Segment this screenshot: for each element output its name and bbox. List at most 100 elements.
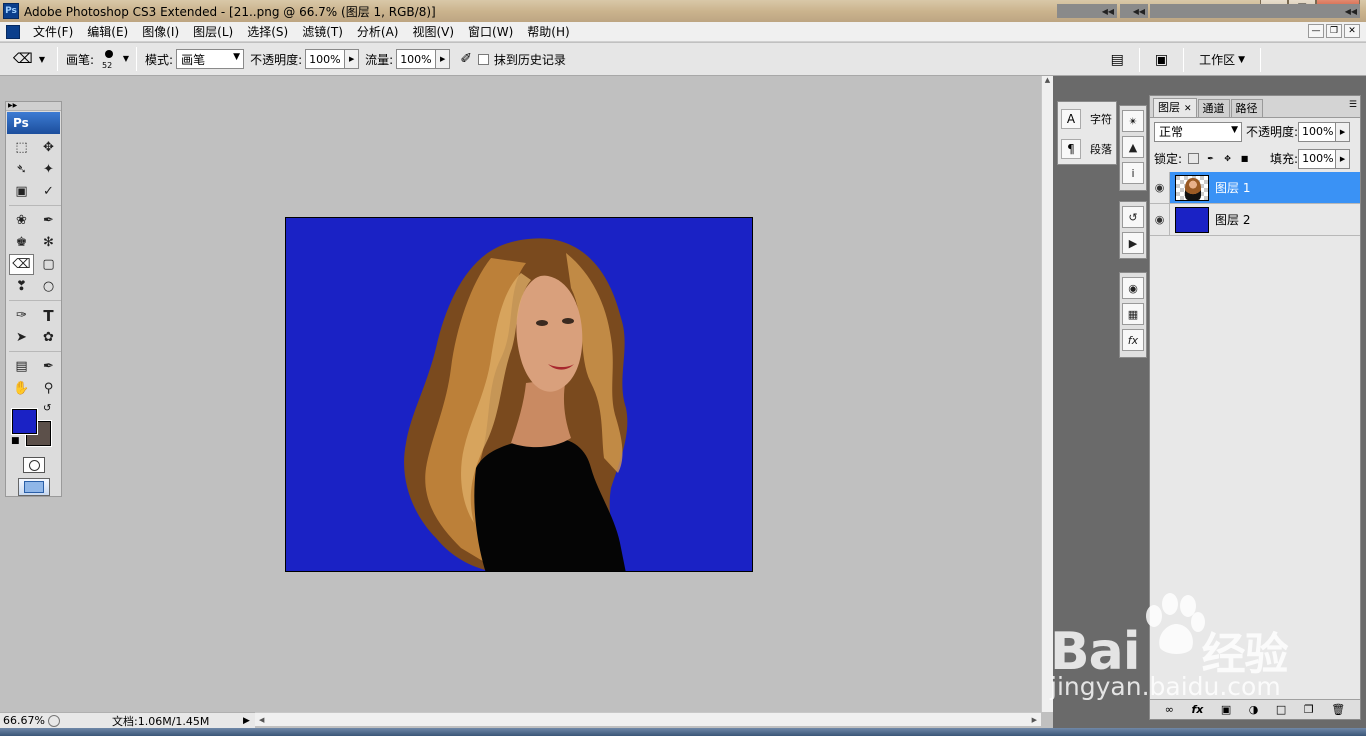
screen-mode-button[interactable]: [18, 478, 50, 496]
eraser-tool-icon[interactable]: ⌫: [9, 254, 34, 275]
new-layer-icon[interactable]: ❐: [1304, 703, 1314, 716]
flow-slider-button[interactable]: ▶: [436, 49, 451, 69]
opacity-input[interactable]: 100%: [305, 49, 346, 69]
toolbox-grip[interactable]: ▶▶: [6, 102, 61, 111]
dock-collapse-strip[interactable]: ◀◀: [1057, 4, 1117, 18]
swap-colors-icon[interactable]: ↺: [43, 403, 51, 414]
toolbox-header[interactable]: Ps: [7, 112, 60, 134]
hand-tool-icon[interactable]: ✋: [9, 378, 34, 399]
styles-icon[interactable]: fx: [1122, 329, 1144, 351]
layer-name[interactable]: 图层 2: [1215, 211, 1250, 228]
adjustment-layer-icon[interactable]: ◑: [1249, 703, 1259, 716]
brush-picker[interactable]: 52 ▼: [97, 46, 131, 72]
type-tool-icon[interactable]: T: [36, 305, 61, 326]
doc-restore-button[interactable]: ❐: [1326, 24, 1342, 38]
quick-mask-button[interactable]: [23, 457, 45, 473]
new-group-icon[interactable]: □: [1276, 703, 1286, 716]
path-selection-tool-icon[interactable]: ➤: [9, 327, 34, 348]
foreground-color-swatch[interactable]: [11, 408, 38, 435]
histogram-icon[interactable]: ▲: [1122, 136, 1144, 158]
scroll-right-icon[interactable]: ▶: [1032, 716, 1037, 724]
dodge-tool-icon[interactable]: ○: [36, 276, 61, 297]
doc-minimize-button[interactable]: —: [1308, 24, 1324, 38]
layer-row[interactable]: ◉ 图层 1: [1150, 172, 1360, 204]
vertical-scrollbar[interactable]: ▲: [1041, 76, 1053, 712]
history-icon[interactable]: ↺: [1122, 206, 1144, 228]
move-tool-icon[interactable]: ✥: [36, 137, 61, 158]
menu-view[interactable]: 视图(V): [405, 22, 461, 42]
tool-preset-picker[interactable]: ⌫ ▼: [6, 47, 52, 71]
lock-image-icon[interactable]: ✒: [1205, 153, 1216, 164]
document-canvas[interactable]: [285, 217, 753, 572]
slice-tool-icon[interactable]: ✓: [36, 181, 61, 202]
color-icon[interactable]: ◉: [1122, 277, 1144, 299]
doc-close-button[interactable]: ✕: [1344, 24, 1360, 38]
actions-icon[interactable]: ▶: [1122, 232, 1144, 254]
history-brush-tool-icon[interactable]: ✻: [36, 232, 61, 253]
flow-input[interactable]: 100%: [396, 49, 437, 69]
dock-collapse-strip[interactable]: ◀◀: [1120, 4, 1148, 18]
blur-tool-icon[interactable]: ❣: [9, 276, 34, 297]
zoom-tool-icon[interactable]: ⚲: [36, 378, 61, 399]
status-menu-arrow-icon[interactable]: ▶: [243, 716, 255, 726]
tab-paths[interactable]: 路径: [1230, 99, 1263, 117]
info-icon[interactable]: i: [1122, 162, 1144, 184]
lock-position-icon[interactable]: ✥: [1222, 153, 1233, 164]
menu-analysis[interactable]: 分析(A): [350, 22, 406, 42]
menu-file[interactable]: 文件(F): [26, 22, 80, 42]
default-colors-icon[interactable]: ■: [11, 436, 20, 446]
zoom-level[interactable]: 66.67%: [0, 714, 48, 727]
layer-mask-icon[interactable]: ▣: [1221, 703, 1231, 716]
swatches-icon[interactable]: ▦: [1122, 303, 1144, 325]
layer-opacity-input[interactable]: 100%: [1298, 121, 1337, 142]
lock-transparency-icon[interactable]: [1188, 153, 1200, 164]
menu-layer[interactable]: 图层(L): [186, 22, 240, 42]
mode-select[interactable]: 画笔 ▼: [176, 49, 245, 69]
lasso-tool-icon[interactable]: ➴: [9, 159, 34, 180]
layer-style-icon[interactable]: fx: [1191, 703, 1203, 716]
link-layers-icon[interactable]: ∞: [1165, 703, 1174, 716]
horizontal-scrollbar[interactable]: ◀ ▶: [255, 712, 1041, 726]
airbrush-icon[interactable]: ✐: [460, 51, 472, 67]
delete-layer-icon[interactable]: 🗑: [1331, 703, 1345, 716]
eyedropper-tool-icon[interactable]: ✒: [36, 356, 61, 377]
opacity-slider-button[interactable]: ▶: [345, 49, 360, 69]
menu-select[interactable]: 选择(S): [240, 22, 295, 42]
tab-channels[interactable]: 通道: [1197, 99, 1230, 117]
visibility-eye-icon[interactable]: ◉: [1150, 172, 1170, 203]
clone-stamp-tool-icon[interactable]: ♚: [9, 232, 34, 253]
fill-slider-button[interactable]: ▶: [1336, 148, 1351, 169]
photoshop-app-icon[interactable]: Ps: [3, 3, 19, 19]
bridge-icon[interactable]: ▣: [1155, 52, 1168, 68]
scroll-left-icon[interactable]: ◀: [259, 716, 264, 724]
menu-edit[interactable]: 编辑(E): [80, 22, 135, 42]
layer-opacity-slider-button[interactable]: ▶: [1336, 121, 1351, 142]
crop-tool-icon[interactable]: ▣: [9, 181, 34, 202]
erase-to-history-checkbox[interactable]: [477, 53, 489, 65]
magic-wand-tool-icon[interactable]: ✦: [36, 159, 61, 180]
healing-brush-tool-icon[interactable]: ❀: [9, 210, 34, 231]
brush-tool-icon[interactable]: ✒: [36, 210, 61, 231]
scroll-up-icon[interactable]: ▲: [1042, 76, 1053, 88]
paragraph-panel-button[interactable]: ¶ 段落: [1058, 136, 1116, 162]
document-icon[interactable]: [6, 24, 20, 39]
workspace-menu[interactable]: 工作区 ▼: [1199, 51, 1245, 68]
gradient-tool-icon[interactable]: ▢: [36, 254, 61, 275]
menu-help[interactable]: 帮助(H): [520, 22, 576, 42]
menu-image[interactable]: 图像(I): [135, 22, 186, 42]
fill-input[interactable]: 100%: [1298, 148, 1337, 169]
blend-mode-select[interactable]: 正常 ▼: [1154, 121, 1242, 142]
close-icon[interactable]: ✕: [1184, 104, 1192, 114]
menu-window[interactable]: 窗口(W): [461, 22, 520, 42]
marquee-tool-icon[interactable]: ⬚: [9, 137, 34, 158]
layer-name[interactable]: 图层 1: [1215, 179, 1250, 196]
layer-row[interactable]: ◉ 图层 2: [1150, 204, 1360, 236]
character-panel-button[interactable]: A 字符: [1058, 106, 1116, 132]
custom-shape-tool-icon[interactable]: ✿: [36, 327, 61, 348]
navigator-icon[interactable]: ✴: [1122, 110, 1144, 132]
tab-layers[interactable]: 图层 ✕: [1153, 98, 1197, 117]
dock-collapse-strip[interactable]: ◀◀: [1150, 4, 1360, 18]
notes-tool-icon[interactable]: ▤: [9, 356, 34, 377]
palette-well-icon[interactable]: ▤: [1111, 52, 1124, 68]
lock-all-icon[interactable]: ■: [1239, 153, 1250, 164]
